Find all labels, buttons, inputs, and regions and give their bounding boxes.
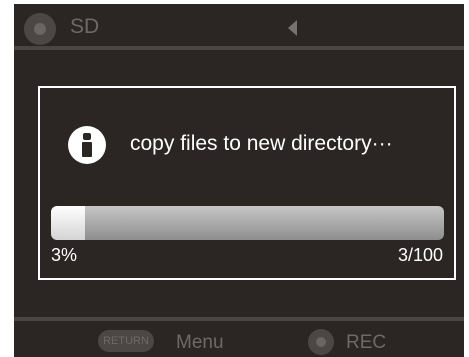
left-arrow-icon[interactable] <box>288 20 297 36</box>
top-bar: SD <box>14 4 464 46</box>
dialog-message: copy files to new directory··· <box>130 132 393 155</box>
progress-bar <box>51 206 444 240</box>
bottom-divider <box>14 317 464 321</box>
progress-fill <box>51 206 85 240</box>
progress-count: 3/100 <box>397 245 443 265</box>
rec-label: REC <box>346 332 387 353</box>
top-divider <box>14 46 464 50</box>
progress-percent: 3% <box>51 245 78 265</box>
sd-card-icon <box>24 13 56 45</box>
info-icon <box>68 126 106 164</box>
record-icon[interactable] <box>308 329 334 355</box>
device-screen: SD copy files to new directory··· 3% 3/1… <box>14 4 464 357</box>
copy-progress-dialog: copy files to new directory··· 3% 3/100 <box>38 86 456 280</box>
return-button[interactable]: RETURN <box>98 330 154 352</box>
menu-label: Menu <box>176 332 224 353</box>
storage-label: SD <box>70 15 100 38</box>
